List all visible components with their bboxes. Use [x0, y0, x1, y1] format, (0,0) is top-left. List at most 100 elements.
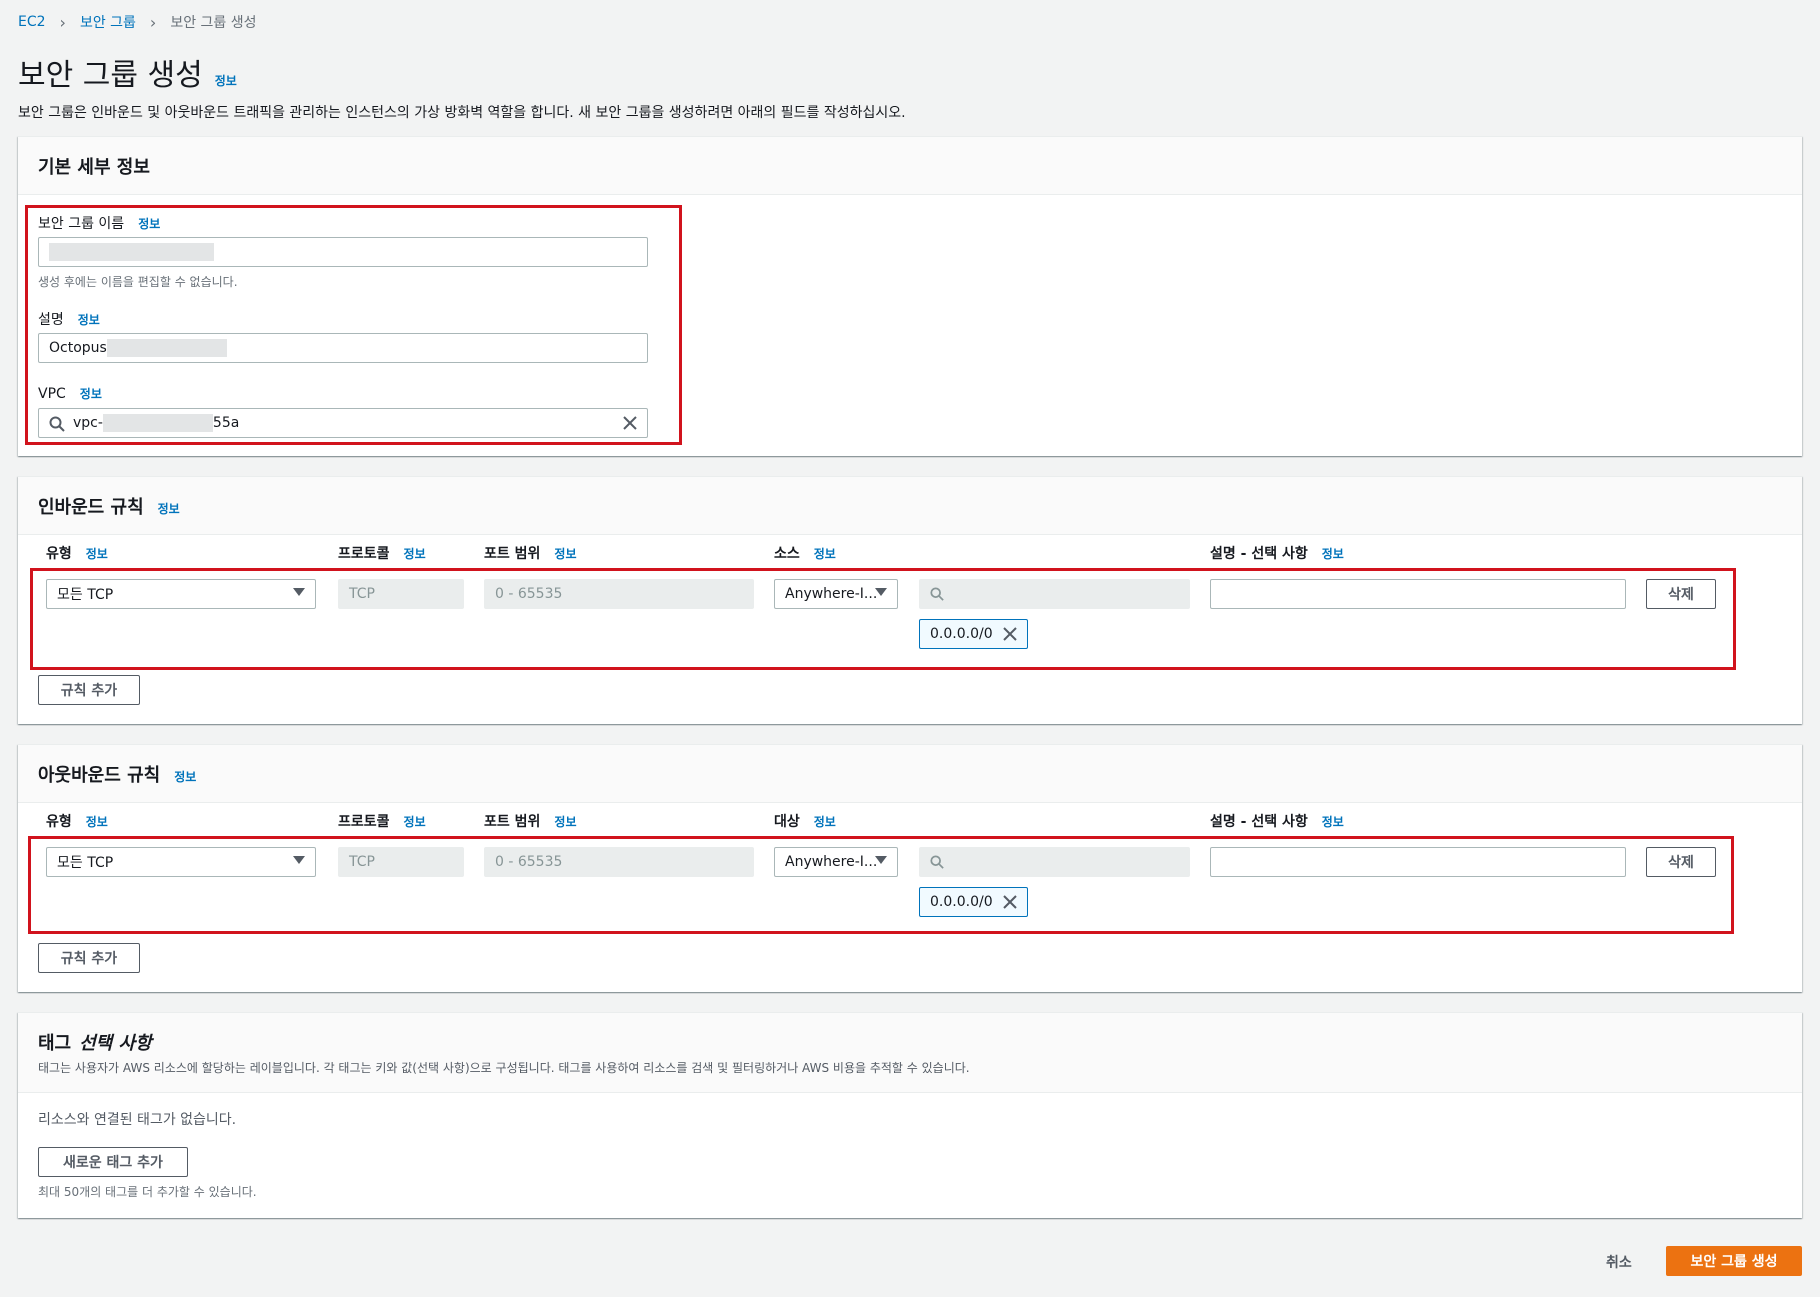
inbound-source-value: Anywhere-I... — [785, 586, 878, 602]
breadcrumb-ec2-link[interactable]: EC2 — [18, 14, 46, 30]
outbound-desc-info-link[interactable]: 정보 — [1322, 813, 1344, 830]
outbound-protocol-info-link[interactable]: 정보 — [404, 813, 426, 830]
inbound-col-type-text: 유형 — [46, 546, 72, 562]
inbound-rules-info-link[interactable]: 정보 — [158, 500, 180, 517]
security-group-name-input[interactable] — [38, 237, 648, 267]
inbound-add-rule-button[interactable]: 규칙 추가 — [38, 675, 140, 705]
outbound-col-destination: 대상 정보 — [774, 811, 836, 831]
vpc-label: VPC 정보 — [38, 385, 102, 402]
cancel-button[interactable]: 취소 — [1606, 1252, 1632, 1272]
inbound-port-info-link[interactable]: 정보 — [554, 545, 576, 562]
outbound-cidr-token: 0.0.0.0/0 — [919, 887, 1028, 917]
breadcrumb-security-groups-link[interactable]: 보안 그룹 — [80, 12, 136, 32]
outbound-col-port: 포트 범위 정보 — [484, 811, 577, 831]
outbound-rules-info-link[interactable]: 정보 — [174, 768, 196, 785]
inbound-col-port-text: 포트 범위 — [484, 546, 541, 562]
page-title-text: 보안 그룹 생성 — [18, 58, 203, 93]
inbound-desc-info-link[interactable]: 정보 — [1322, 545, 1344, 562]
caret-down-icon — [875, 856, 887, 864]
inbound-port-input: 0 - 65535 — [484, 579, 754, 609]
security-group-name-label-text: 보안 그룹 이름 — [38, 216, 125, 232]
outbound-rules-title-text: 아웃바운드 규칙 — [38, 765, 161, 786]
search-icon — [49, 416, 65, 432]
inbound-col-port: 포트 범위 정보 — [484, 543, 577, 563]
inbound-col-type: 유형 정보 — [46, 543, 108, 563]
inbound-description-input[interactable] — [1210, 579, 1626, 609]
vpc-value-suffix: 55a — [212, 415, 240, 431]
add-new-tag-button[interactable]: 새로운 태그 추가 — [38, 1147, 188, 1177]
search-icon — [930, 587, 944, 601]
page-title: 보안 그룹 생성 정보 — [18, 50, 237, 94]
tags-limit-hint: 최대 50개의 태그를 더 추가할 수 있습니다. — [38, 1185, 257, 1199]
outbound-col-type: 유형 정보 — [46, 811, 108, 831]
search-icon — [930, 855, 944, 869]
outbound-description-input[interactable] — [1210, 847, 1626, 877]
inbound-type-info-link[interactable]: 정보 — [86, 545, 108, 562]
description-info-link[interactable]: 정보 — [78, 311, 100, 328]
security-group-name-info-link[interactable]: 정보 — [138, 215, 160, 232]
create-security-group-button[interactable]: 보안 그룹 생성 — [1666, 1246, 1802, 1276]
tags-panel: 태그 선택 사항 태그는 사용자가 AWS 리소스에 할당하는 레이블입니다. … — [18, 1012, 1802, 1218]
redacted-value — [102, 414, 213, 432]
outbound-add-rule-button[interactable]: 규칙 추가 — [38, 943, 140, 973]
outbound-col-description: 설명 - 선택 사항 정보 — [1210, 811, 1344, 831]
inbound-cidr-search-input[interactable] — [919, 579, 1190, 609]
tags-title: 태그 선택 사항 — [38, 1029, 152, 1055]
outbound-rules-header: 아웃바운드 규칙 정보 — [18, 745, 1802, 803]
outbound-port-input: 0 - 65535 — [484, 847, 754, 877]
remove-token-icon[interactable] — [1002, 627, 1017, 641]
inbound-source-info-link[interactable]: 정보 — [814, 545, 836, 562]
inbound-cidr-token-text: 0.0.0.0/0 — [930, 626, 993, 642]
description-label: 설명 정보 — [38, 309, 100, 329]
vpc-info-link[interactable]: 정보 — [80, 385, 102, 402]
chevron-right-icon: › — [59, 12, 66, 32]
inbound-rules-title-text: 인바운드 규칙 — [38, 497, 144, 518]
inbound-source-select[interactable]: Anywhere-I... — [774, 579, 898, 609]
inbound-port-value: 0 - 65535 — [495, 586, 563, 602]
remove-token-icon[interactable] — [1002, 895, 1017, 909]
basic-details-header: 기본 세부 정보 — [18, 137, 1802, 195]
outbound-port-info-link[interactable]: 정보 — [554, 813, 576, 830]
breadcrumb: EC2 › 보안 그룹 › 보안 그룹 생성 — [18, 12, 257, 32]
vpc-select[interactable]: vpc- 55a — [38, 408, 648, 438]
outbound-cidr-token-text: 0.0.0.0/0 — [930, 894, 993, 910]
page-title-info-link[interactable]: 정보 — [215, 72, 237, 89]
outbound-col-type-text: 유형 — [46, 814, 72, 830]
description-label-text: 설명 — [38, 312, 64, 328]
inbound-type-value: 모든 TCP — [57, 587, 114, 603]
basic-details-title: 기본 세부 정보 — [38, 157, 150, 178]
inbound-col-protocol-text: 프로토콜 — [338, 546, 390, 562]
redacted-value — [106, 339, 227, 357]
outbound-type-value: 모든 TCP — [57, 855, 114, 871]
inbound-rules-title: 인바운드 규칙 정보 — [38, 493, 180, 519]
outbound-dest-info-link[interactable]: 정보 — [814, 813, 836, 830]
tags-empty-text: 리소스와 연결된 태그가 없습니다. — [38, 1112, 237, 1128]
security-group-name-hint: 생성 후에는 이름을 편집할 수 없습니다. — [38, 275, 238, 289]
tags-title-optional: 선택 사항 — [79, 1033, 152, 1054]
inbound-protocol-input: TCP — [338, 579, 464, 609]
inbound-type-select[interactable]: 모든 TCP — [46, 579, 316, 609]
vpc-value-prefix: vpc- — [73, 415, 103, 431]
inbound-col-source: 소스 정보 — [774, 543, 836, 563]
outbound-cidr-search-input[interactable] — [919, 847, 1190, 877]
outbound-delete-button[interactable]: 삭제 — [1646, 847, 1716, 877]
outbound-destination-value: Anywhere-I... — [785, 854, 878, 870]
inbound-protocol-info-link[interactable]: 정보 — [404, 545, 426, 562]
description-input[interactable]: Octopus — [38, 333, 648, 363]
inbound-col-description-text: 설명 - 선택 사항 — [1210, 546, 1308, 562]
outbound-col-destination-text: 대상 — [774, 814, 800, 830]
outbound-type-select[interactable]: 모든 TCP — [46, 847, 316, 877]
chevron-right-icon: › — [149, 12, 157, 32]
security-group-name-label: 보안 그룹 이름 정보 — [38, 213, 160, 233]
outbound-rules-panel: 아웃바운드 규칙 정보 유형 정보 프로토콜 정보 포트 범위 정보 대상 정보 설명 … — [18, 744, 1802, 992]
tags-header: 태그 선택 사항 태그는 사용자가 AWS 리소스에 할당하는 레이블입니다. … — [18, 1013, 1802, 1093]
outbound-destination-select[interactable]: Anywhere-I... — [774, 847, 898, 877]
vpc-label-text: VPC — [38, 386, 66, 402]
inbound-rules-header: 인바운드 규칙 정보 — [18, 477, 1802, 535]
basic-details-panel: 기본 세부 정보 보안 그룹 이름 정보 생성 후에는 이름을 편집할 수 없습… — [18, 136, 1802, 456]
inbound-col-protocol: 프로토콜 정보 — [338, 543, 426, 563]
outbound-type-info-link[interactable]: 정보 — [86, 813, 108, 830]
inbound-delete-button[interactable]: 삭제 — [1646, 579, 1716, 609]
outbound-protocol-input: TCP — [338, 847, 464, 877]
clear-icon[interactable] — [623, 416, 637, 430]
